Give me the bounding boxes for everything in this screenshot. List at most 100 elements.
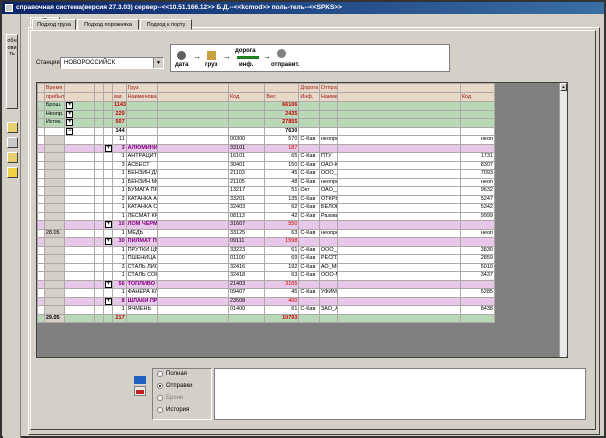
- calendar-icon[interactable]: [177, 51, 186, 60]
- hdr-blank: [93, 83, 104, 93]
- cell: [157, 169, 229, 179]
- cell: [337, 135, 461, 145]
- row-cargo-name: ЛОМ ЧЕРМЕТ ПР: [125, 220, 159, 230]
- cell: [157, 177, 229, 187]
- col-wagons: ваг.: [112, 92, 127, 102]
- row-weight: 45: [264, 288, 300, 298]
- flow-road-label: дорога: [235, 48, 256, 54]
- row-road: С-Кав: [298, 271, 320, 281]
- row-sender: неопределен: [318, 177, 339, 187]
- pencil-icon[interactable]: [7, 122, 18, 133]
- expand-icon[interactable]: +: [104, 280, 112, 288]
- row-cargo-name: [125, 135, 159, 145]
- table-header[interactable]: прибыт.ваг.НаименованиеКодВесИнф.Наимено…: [37, 92, 496, 102]
- radio-history[interactable]: История: [157, 407, 189, 413]
- summary-row[interactable]: Истек. +507 27855: [37, 118, 496, 128]
- tab-port-approach[interactable]: Подход к порту: [140, 19, 192, 30]
- expand-icon[interactable]: +: [66, 110, 74, 118]
- edit-icon[interactable]: [7, 152, 18, 163]
- table-row[interactable]: 1БЕНЗИН МОТОРН 2110548С-Кавнеопределен нео…: [37, 177, 496, 187]
- table-header[interactable]: Время Груз ДорогаОтправитель: [37, 83, 496, 93]
- scroll-down-icon[interactable]: ▼: [560, 356, 567, 357]
- row-wagons: 1: [112, 169, 127, 179]
- cell: [459, 101, 496, 111]
- row-road: [298, 143, 320, 153]
- station-value: НОВОРОССИЙСК: [64, 60, 116, 66]
- table-row[interactable]: 3АСБЕСТ 30401150С-КавОАО-КОМБИНАТУРАЛАСБЕ…: [37, 160, 496, 170]
- table-row[interactable]: 1ЛЕСМАТ КРУГ ПР 0811342С-КавРазовый 9999: [37, 211, 496, 221]
- eraser-icon[interactable]: [7, 137, 18, 148]
- table-row[interactable]: 3СТАЛЬ ЛИСТ ПР 32416192С-КавАО_МЕТАЛЛУРГИ…: [37, 262, 496, 272]
- row-road: [298, 296, 320, 306]
- tab-empty-approach[interactable]: Подход порожняка: [77, 19, 139, 30]
- cargo-icon[interactable]: [207, 51, 216, 60]
- radio-shipments[interactable]: Отправки: [157, 383, 193, 389]
- table-row[interactable]: 1СТАЛЬ СОРТ 3241863С-КавООО-ММК-ТРАНС 3437: [37, 271, 496, 281]
- expand-icon[interactable]: +: [104, 144, 112, 152]
- table-row[interactable]: 28.05 1МЕДЬ 3312563С-Кавнеопределен неоп: [37, 228, 496, 238]
- summary-row[interactable]: Брош. +1143 66106: [37, 101, 496, 111]
- rail-icon[interactable]: [237, 56, 259, 59]
- arrow-right-icon: →: [193, 52, 201, 61]
- radio-dot: [157, 383, 163, 389]
- cell: [93, 220, 104, 230]
- cell: [93, 160, 104, 170]
- summary-row[interactable]: − 144 7630: [37, 126, 496, 136]
- radio-full[interactable]: Полная: [157, 371, 187, 377]
- table-row[interactable]: 1ПШЕНИЦА 0110069С-КавРЕСПУБЛИКАНСКАЯ_ПРОД…: [37, 254, 496, 264]
- scroll-up-icon[interactable]: ▲: [560, 83, 567, 91]
- row-sender-code: 3437: [459, 271, 496, 281]
- table-row[interactable]: +30 ПИЛМАТ ПР 09111 1598: [37, 237, 496, 247]
- document-icon[interactable]: [132, 376, 148, 404]
- row-sender-code: неоп: [459, 228, 496, 238]
- table-row[interactable]: 1БУМАГА ПР 1321751ОктОАО__СЕГЕЖСКИЙ_ЦБК<_…: [37, 186, 496, 196]
- table-row[interactable]: +8 ШЛАКИ ПР 23508 400: [37, 296, 496, 306]
- refresh-button[interactable]: обновить: [6, 34, 18, 109]
- cell: [337, 152, 461, 162]
- table-row[interactable]: 11 00300570С-Кавнеопределен неоп: [37, 135, 496, 145]
- cell: [157, 143, 229, 153]
- summary-weight: 7630: [264, 126, 300, 136]
- radio-reservations[interactable]: Брони: [157, 395, 183, 401]
- table-row[interactable]: 1ПРУТКИ ЦВЕТМЕТ 3322361С-КавООО_КРАМЗ 3830: [37, 245, 496, 255]
- cell: [298, 126, 320, 136]
- chevron-down-icon[interactable]: ▼: [153, 58, 163, 68]
- details-memo[interactable]: [214, 368, 586, 420]
- cell: [157, 296, 229, 306]
- table-row[interactable]: 1КАТАНКА СТ 3240362С-КавБЕЛОРЕЦКИЙ_МЕТАЛЛ…: [37, 203, 496, 213]
- cell: [337, 211, 461, 221]
- row-cargo-name: ТОПЛИВО ВЫШ 61С: [125, 279, 159, 289]
- table-row[interactable]: +3АЛЮМИНИЙ 33101187: [37, 143, 496, 153]
- sender-icon[interactable]: [277, 49, 286, 58]
- cell: [37, 313, 45, 323]
- table-row[interactable]: 1БЕНЗИН Д/ПРОМЫШ 2110345С-КавООО_БИЗНЕС_К…: [37, 169, 496, 179]
- tab-cargo-approach[interactable]: Подход груза: [32, 19, 76, 30]
- table-row[interactable]: 1ЯЧМЕНЬ 0140061С-КавЗАО_АГРОМАРКЕТ-ТРЕЙД 8…: [37, 305, 496, 315]
- row-sender: [318, 279, 339, 289]
- row-sender: ООО_БИЗНЕС_КАПИТАЛ: [318, 169, 339, 179]
- row-sender-code: неоп: [459, 135, 496, 145]
- date-cell: [43, 152, 66, 162]
- vertical-scrollbar[interactable]: ▲ ▼: [559, 83, 567, 357]
- collapse-icon[interactable]: −: [66, 127, 74, 135]
- expand-icon[interactable]: +: [104, 221, 112, 229]
- summary-row[interactable]: 29.05 217 10793: [37, 313, 496, 323]
- table-row[interactable]: 1ФАНЕРА КЛЕЕНАЯ 0940745С-КавУФИМСКИЙ_ФАНЕ…: [37, 288, 496, 298]
- cell: [157, 109, 229, 119]
- cell: [93, 313, 104, 323]
- key-icon[interactable]: [7, 167, 18, 178]
- expand-icon[interactable]: +: [104, 297, 112, 305]
- station-select[interactable]: НОВОРОССИЙСК ▼: [60, 57, 164, 69]
- expand-icon[interactable]: +: [66, 102, 74, 110]
- summary-row[interactable]: Неопр. +229 2435: [37, 109, 496, 119]
- cell: [337, 194, 461, 204]
- expand-icon[interactable]: +: [104, 238, 112, 246]
- table-row[interactable]: +56ТОПЛИВО ВЫШ 61С 214033165: [37, 279, 496, 289]
- col-info: Инф.: [298, 92, 320, 102]
- cell: [157, 288, 229, 298]
- expand-icon[interactable]: +: [66, 119, 74, 127]
- table-row[interactable]: 1 АНТРАЦИТ 16101 65 С-Кав ПТУ 1731: [37, 152, 496, 162]
- table-row[interactable]: +10ЛОМ ЧЕРМЕТ ПР 31607550: [37, 220, 496, 230]
- table-row[interactable]: 2КАТАНКА АЛ ЛАТ 33201135С-КавОТКРЫТОЕ_АКЦ…: [37, 194, 496, 204]
- cell: [157, 279, 229, 289]
